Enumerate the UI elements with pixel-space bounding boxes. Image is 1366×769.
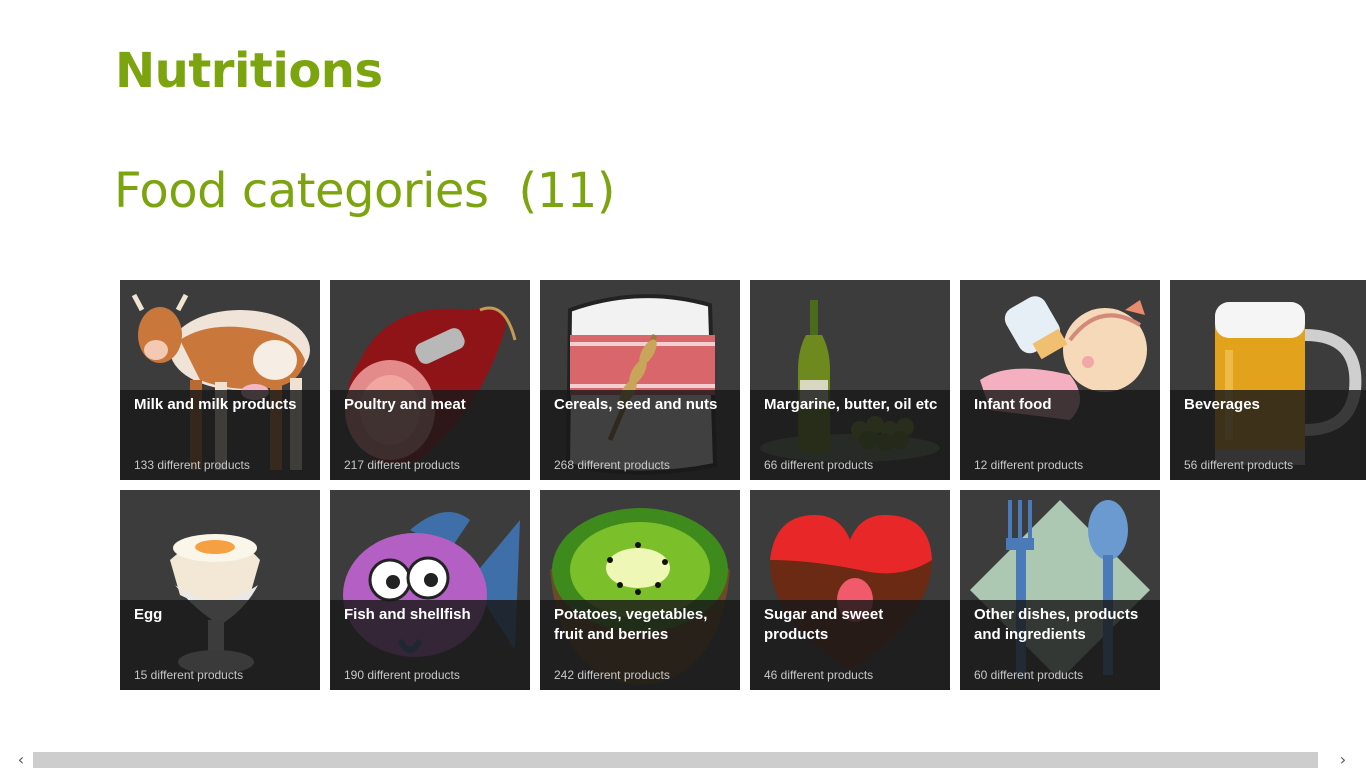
category-tile-fish[interactable]: Fish and shellfish 190 different product… [330,490,530,690]
category-tile-sugar[interactable]: Sugar and sweet products 46 different pr… [750,490,950,690]
category-name: Fish and shellfish [344,606,471,623]
scroll-right-button[interactable]: › [1334,750,1352,769]
category-tile-infant-food[interactable]: Infant food 12 different products [960,280,1160,480]
product-count: 15 different products [134,668,244,682]
category-name: Cereals, seed and nuts [554,396,718,413]
section-header[interactable]: Food categories (11) [114,156,615,226]
category-name: Potatoes, vegetables, fruit and berries [554,606,708,643]
category-tile-other-dishes[interactable]: Other dishes, products and ingredients 6… [960,490,1160,690]
category-name: Sugar and sweet products [764,606,884,643]
product-count: 268 different products [554,458,670,472]
product-count: 217 different products [344,458,460,472]
category-tile-milk[interactable]: Milk and milk products 133 different pro… [120,280,320,480]
category-name: Egg [134,606,163,623]
category-tile-margarine[interactable]: Margarine, butter, oil etc 66 different … [750,280,950,480]
product-count: 12 different products [974,458,1084,472]
category-name: Other dishes, products and ingredients [974,606,1139,643]
section-title: Food categories [114,163,489,219]
product-count: 46 different products [764,668,874,682]
category-tile-beverages[interactable]: Beverages 56 different products [1170,280,1366,480]
category-name: Infant food [974,396,1052,413]
category-count: (11) [518,163,615,219]
scroll-left-button[interactable]: ‹ [12,750,30,769]
product-count: 60 different products [974,668,1084,682]
product-count: 190 different products [344,668,460,682]
product-count: 242 different products [554,668,670,682]
category-name: Beverages [1184,396,1260,413]
product-count: 66 different products [764,458,874,472]
product-count: 133 different products [134,458,250,472]
category-name: Margarine, butter, oil etc [764,396,938,413]
category-name: Poultry and meat [344,396,466,413]
product-count: 56 different products [1184,458,1294,472]
category-tile-poultry-meat[interactable]: Poultry and meat 217 different products [330,280,530,480]
app-title: Nutritions [115,43,383,99]
scrollbar-thumb[interactable] [33,752,1318,768]
category-tile-fruit-vegetables[interactable]: Potatoes, vegetables, fruit and berries … [540,490,740,690]
category-tile-cereals[interactable]: Cereals, seed and nuts 268 different pro… [540,280,740,480]
category-grid: Milk and milk products 133 different pro… [120,280,1366,690]
category-name: Milk and milk products [134,396,297,413]
category-tile-egg[interactable]: Egg 15 different products [120,490,320,690]
horizontal-scrollbar[interactable]: ‹ › [0,750,1366,769]
